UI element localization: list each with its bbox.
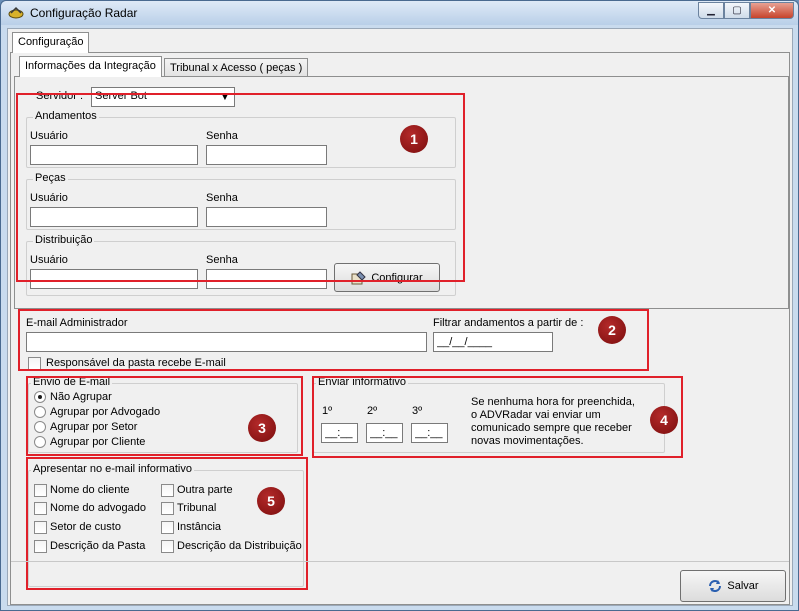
hora-1-input[interactable] (321, 423, 358, 443)
title-bar[interactable]: Configuração Radar ▁ ▢ ✕ (1, 1, 798, 25)
check-nome-cliente[interactable] (34, 484, 47, 497)
hora-2-input[interactable] (366, 423, 403, 443)
check-label-nome-cliente: Nome do cliente (50, 484, 130, 496)
check-label-outra-parte: Outra parte (177, 484, 233, 496)
configurar-label: Configurar (371, 271, 423, 284)
andamentos-senha-input[interactable] (206, 145, 327, 165)
chevron-down-icon: ▼ (220, 92, 230, 102)
responsavel-label: Responsável da pasta recebe E-mail (46, 357, 226, 369)
distribuicao-senha-label: Senha (206, 254, 238, 266)
main-window: Configuração Radar ▁ ▢ ✕ Configuração In… (0, 0, 799, 611)
andamentos-senha-label: Senha (206, 130, 238, 142)
close-icon[interactable]: ✕ (750, 2, 794, 19)
bottom-separator (11, 561, 789, 562)
check-label-setor-custo: Setor de custo (50, 521, 121, 533)
save-refresh-icon (709, 580, 722, 592)
radio-label-agrupar-advogado: Agrupar por Advogado (50, 406, 161, 418)
tab-informacoes-integracao[interactable]: Informações da Integração (19, 56, 162, 77)
inner-tab-panel: Servidor : Server Bot ▼ Andamentos Usuár… (14, 76, 789, 309)
badge-2: 2 (598, 316, 626, 344)
check-tribunal[interactable] (161, 502, 174, 515)
hora-2-label: 2º (367, 405, 378, 417)
filtrar-label: Filtrar andamentos a partir de : (433, 317, 584, 329)
check-label-descricao-distribuicao: Descrição da Distribuição (177, 540, 302, 552)
filtrar-date-input[interactable] (433, 332, 553, 352)
window-title: Configuração Radar (30, 6, 138, 20)
check-label-nome-advogado: Nome do advogado (50, 502, 147, 514)
informativo-title: Enviar informativo (316, 376, 409, 388)
hora-1-label: 1º (322, 405, 333, 417)
settings-icon (351, 270, 367, 284)
envio-title: Envio de E-mail (31, 376, 113, 388)
hora-3-input[interactable] (411, 423, 448, 443)
radio-label-agrupar-cliente: Agrupar por Cliente (50, 436, 146, 448)
pecas-senha-input[interactable] (206, 207, 327, 227)
email-admin-input[interactable] (26, 332, 427, 352)
check-label-instancia: Instância (177, 521, 222, 533)
radio-agrupar-advogado[interactable] (34, 406, 46, 418)
responsavel-checkbox[interactable] (28, 357, 41, 370)
apresentar-title: Apresentar no e-mail informativo (31, 463, 194, 475)
andamentos-usuario-input[interactable] (30, 145, 198, 165)
servidor-label: Servidor : (36, 90, 84, 102)
check-instancia[interactable] (161, 521, 174, 534)
outer-tab-panel: Informações da Integração Tribunal x Ace… (10, 52, 790, 605)
check-descricao-pasta[interactable] (34, 540, 47, 553)
minimize-icon[interactable]: ▁ (698, 2, 724, 19)
pecas-usuario-label: Usuário (30, 192, 68, 204)
radio-agrupar-cliente[interactable] (34, 436, 46, 448)
radio-nao-agrupar[interactable] (34, 391, 46, 403)
radio-label-nao-agrupar: Não Agrupar (50, 391, 112, 403)
badge-3: 3 (248, 414, 276, 442)
radio-label-agrupar-setor: Agrupar por Setor (50, 421, 138, 433)
distribuicao-title: Distribuição (33, 234, 95, 246)
maximize-icon[interactable]: ▢ (724, 2, 750, 19)
configurar-button[interactable]: Configurar (334, 263, 440, 292)
pecas-senha-label: Senha (206, 192, 238, 204)
distribuicao-senha-input[interactable] (206, 269, 327, 289)
check-descricao-distribuicao[interactable] (161, 540, 174, 553)
salvar-button[interactable]: Salvar (680, 570, 786, 602)
badge-5: 5 (257, 487, 285, 515)
check-label-tribunal: Tribunal (177, 502, 217, 514)
tab-configuracao[interactable]: Configuração (12, 32, 90, 53)
client-area: Configuração Informações da Integração T… (7, 28, 793, 606)
distribuicao-usuario-input[interactable] (30, 269, 198, 289)
salvar-label: Salvar (727, 580, 759, 592)
badge-4: 4 (650, 406, 678, 434)
servidor-select[interactable]: Server Bot ▼ (91, 87, 235, 107)
check-outra-parte[interactable] (161, 484, 174, 497)
check-nome-advogado[interactable] (34, 502, 47, 515)
radar-app-icon (8, 6, 24, 19)
badge-1: 1 (400, 125, 428, 153)
check-setor-custo[interactable] (34, 521, 47, 534)
tab-tribunal-acesso[interactable]: Tribunal x Acesso ( peças ) (164, 58, 309, 77)
hora-3-label: 3º (412, 405, 423, 417)
informativo-note: Se nenhuma hora for preenchida, o ADVRad… (471, 396, 635, 447)
distribuicao-usuario-label: Usuário (30, 254, 68, 266)
andamentos-usuario-label: Usuário (30, 130, 68, 142)
radio-agrupar-setor[interactable] (34, 421, 46, 433)
check-label-descricao-pasta: Descrição da Pasta (50, 540, 146, 552)
pecas-title: Peças (33, 172, 68, 184)
andamentos-title: Andamentos (33, 110, 99, 122)
servidor-value: Server Bot (95, 90, 147, 102)
pecas-usuario-input[interactable] (30, 207, 198, 227)
email-admin-label: E-mail Administrador (26, 317, 128, 329)
